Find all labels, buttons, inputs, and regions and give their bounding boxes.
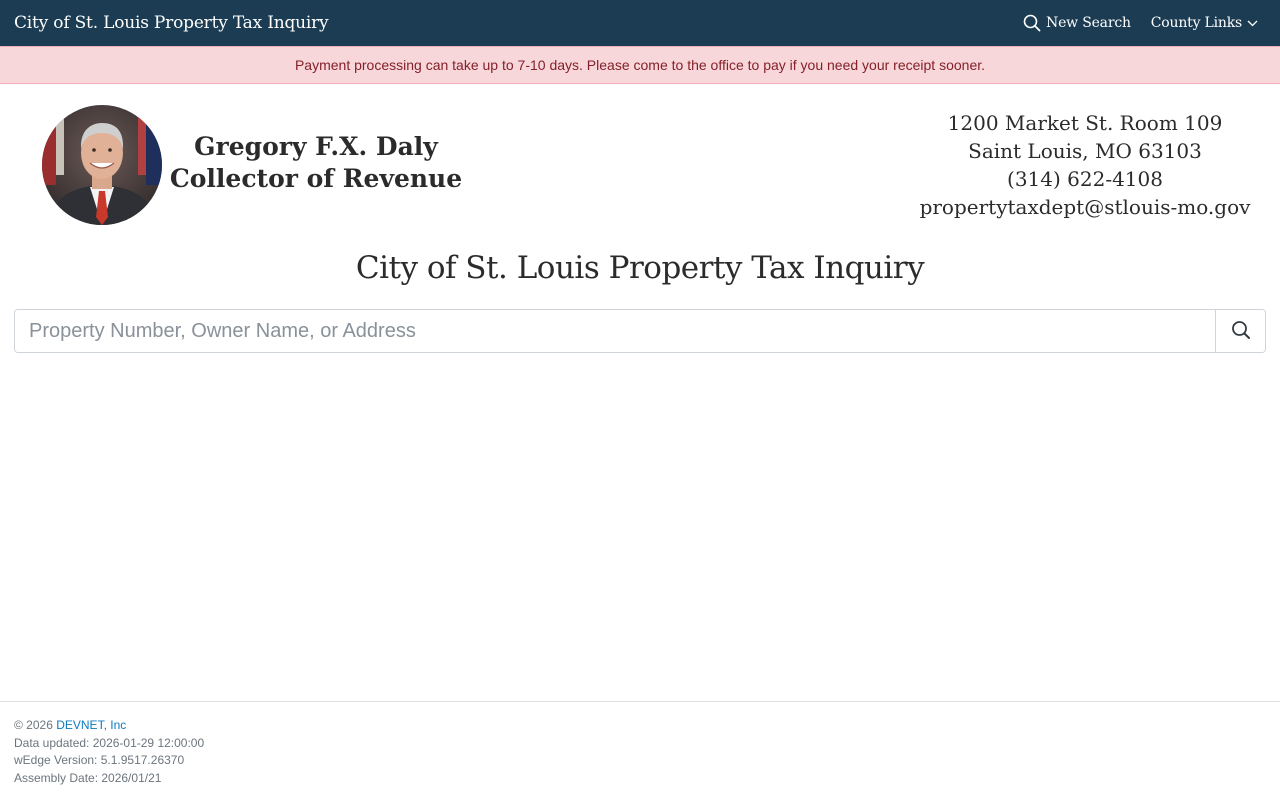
search-button[interactable] [1215, 310, 1265, 352]
address-line-1: 1200 Market St. Room 109 [947, 111, 1223, 135]
collector-name: Gregory F.X. Daly [194, 132, 438, 161]
collector-title: Collector of Revenue [169, 164, 463, 193]
devnet-link[interactable]: DEVNET, Inc [56, 718, 126, 732]
search-input[interactable] [15, 310, 1215, 352]
collector-portrait [42, 105, 162, 225]
version-info: wEdge Version: 5.1.9517.26370 [14, 753, 185, 768]
page-footer: © 2026 DEVNET, Inc Data updated: 2026-01… [0, 701, 1280, 800]
navbar-brand[interactable]: City of St. Louis Property Tax Inquiry [14, 13, 329, 33]
navbar-links: New Search County Links [1023, 14, 1266, 32]
chevron-down-icon [1247, 19, 1258, 27]
county-links-dropdown[interactable]: County Links [1151, 15, 1258, 31]
search-icon [1023, 14, 1041, 32]
search-icon [1231, 320, 1251, 343]
new-search-label: New Search [1046, 15, 1131, 31]
top-navbar: City of St. Louis Property Tax Inquiry N… [0, 0, 1280, 46]
address-line-2: Saint Louis, MO 63103 [968, 139, 1202, 163]
phone-number: (314) 622-4108 [1007, 167, 1163, 191]
page-title: City of St. Louis Property Tax Inquiry [355, 250, 925, 286]
office-contact: 1200 Market St. Room 109 Saint Louis, MO… [900, 109, 1270, 221]
payment-alert: Payment processing can take up to 7-10 d… [0, 46, 1280, 84]
payment-alert-text: Payment processing can take up to 7-10 d… [294, 57, 986, 73]
data-updated: Data updated: 2026-01-29 12:00:00 [14, 735, 205, 750]
assembly-date: Assembly Date: 2026/01/21 [14, 770, 162, 785]
new-search-link[interactable]: New Search [1023, 14, 1131, 32]
search-bar [14, 309, 1266, 353]
contact-email: propertytaxdept@stlouis-mo.gov [919, 195, 1251, 219]
copyright-text: © 2026 [14, 718, 53, 732]
copyright: © 2026 DEVNET, Inc [14, 717, 1266, 735]
collector-info: Gregory F.X. Daly Collector of Revenue [166, 131, 466, 195]
county-links-label: County Links [1150, 15, 1242, 31]
